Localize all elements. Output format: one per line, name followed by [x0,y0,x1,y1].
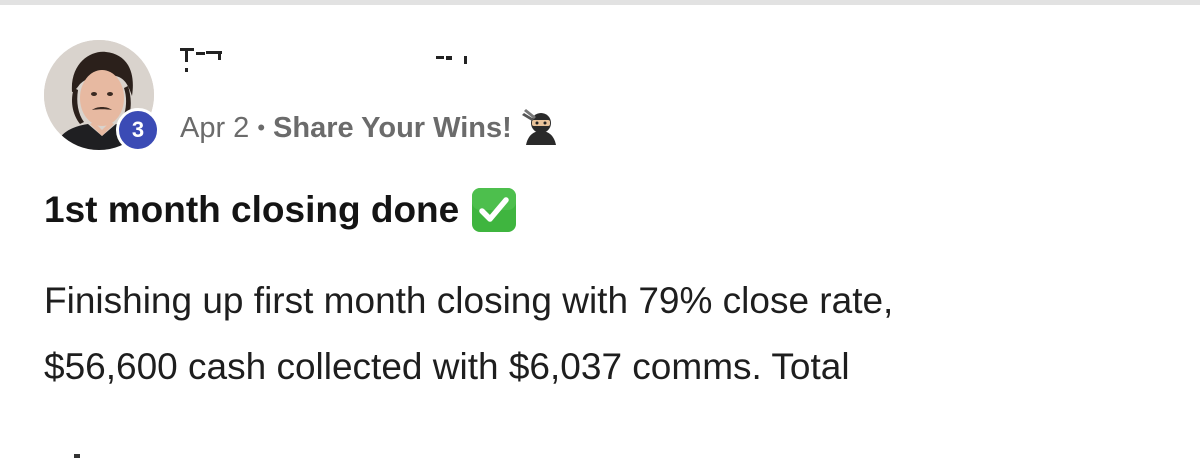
post-body-line: $56,600 cash collected with $6,037 comms… [44,346,850,387]
redacted-name-mark [180,48,467,72]
post-category[interactable]: Share Your Wins! [273,112,512,145]
post-date[interactable]: Apr 2 [180,112,249,145]
check-mark-button-icon [471,187,517,233]
post-title: 1st month closing done [44,184,517,236]
post-title-text: 1st month closing done [44,189,460,230]
post-body: Finishing up first month closing with 79… [44,268,1164,400]
top-divider [0,0,1200,5]
meta-separator: • [257,115,266,140]
author-avatar-group[interactable]: 3 [44,40,162,158]
post-card: 3 Apr 2 • Share Your Wins! 1st month clo… [0,0,1200,461]
post-body-line: Finishing up first month closing with 79… [44,280,894,321]
post-meta: Apr 2 • Share Your Wins! [180,108,560,148]
author-name-redacted[interactable] [180,46,480,76]
cutoff-text-fragment [74,454,80,458]
ninja-icon [521,109,560,147]
level-badge: 3 [116,108,160,152]
